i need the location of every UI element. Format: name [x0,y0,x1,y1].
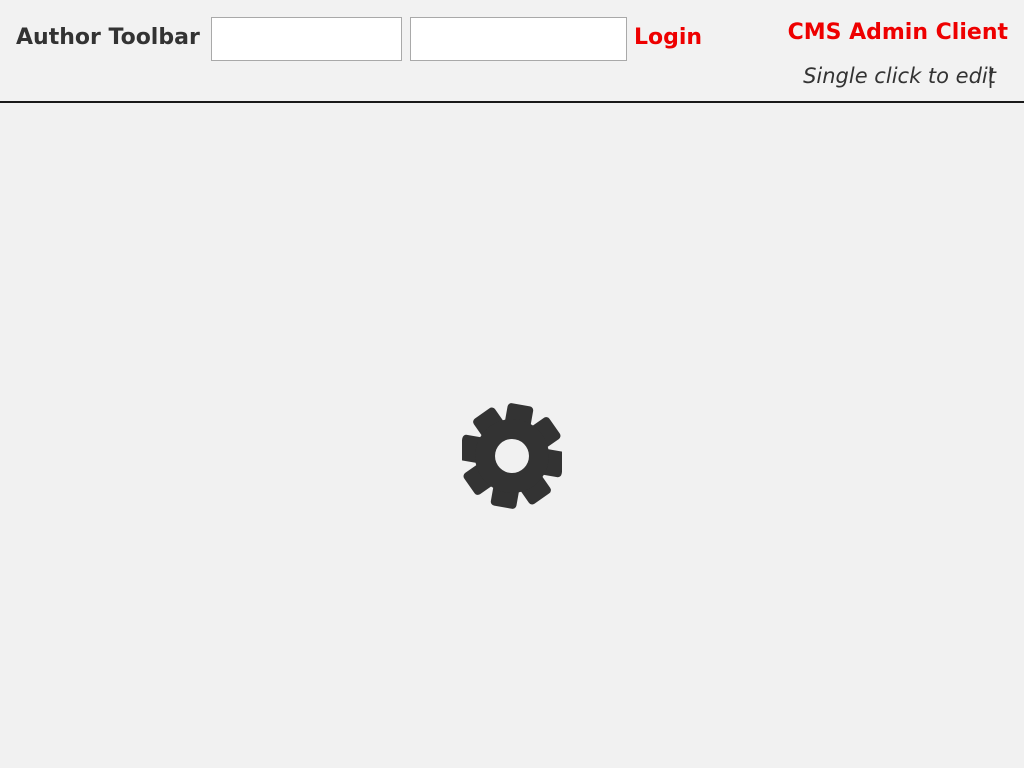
toolbar-title: Author Toolbar [16,25,200,50]
cms-admin-client-title: CMS Admin Client [787,20,1008,45]
login-link[interactable]: Login [634,25,702,50]
gear-icon [462,403,562,509]
main-content-area [0,103,1024,768]
username-input[interactable] [211,17,402,61]
password-input[interactable] [410,17,627,61]
author-toolbar: Author Toolbar Login CMS Admin Client Si… [0,0,1024,103]
edit-hint-separator: | [987,64,995,88]
edit-hint-text: Single click to edit [803,64,996,88]
